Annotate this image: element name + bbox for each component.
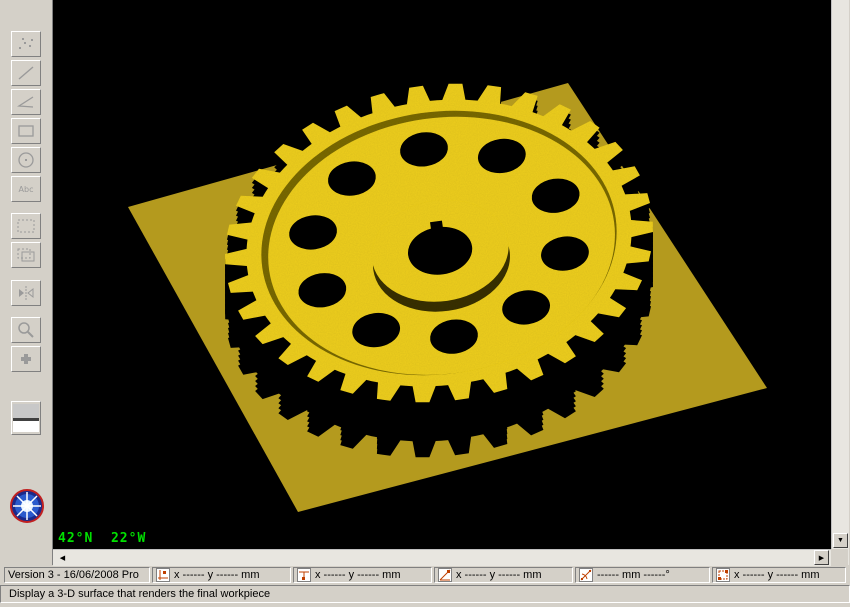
rect-corner-icon	[716, 568, 730, 582]
angle-tool-button[interactable]	[11, 89, 41, 115]
hint-bar: Display a 3-D surface that renders the f…	[0, 585, 850, 603]
select-area-button[interactable]	[11, 213, 41, 239]
text-tool-button[interactable]: Abc	[11, 176, 41, 202]
status-field-distance: ------ mm ------°	[575, 567, 710, 583]
version-label: Version 3 - 16/06/2008 Pro	[4, 567, 150, 583]
3d-viewport[interactable]: 42°N 22°W	[53, 0, 831, 549]
status-field-text: x ------ y ------ mm	[456, 569, 542, 581]
drawing-toolbar: Abc	[0, 0, 53, 565]
status-field-text: x ------ y ------ mm	[315, 569, 401, 581]
points-tool-button[interactable]	[11, 31, 41, 57]
angle-icon	[438, 568, 452, 582]
circle-tool-button[interactable]	[11, 147, 41, 173]
text-tool-label: Abc	[18, 184, 34, 194]
rectangle-tool-button[interactable]	[11, 118, 41, 144]
angle-icon	[17, 96, 34, 108]
distance-angle-icon	[579, 568, 593, 582]
status-field-rect: x ------ y ------ mm	[712, 567, 846, 583]
pan-tool-button[interactable]	[11, 346, 41, 372]
scroll-down-button[interactable]: ▼	[833, 533, 848, 548]
layer-shade-selector[interactable]	[11, 401, 41, 435]
copy-area-icon	[17, 248, 35, 262]
scroll-right-button[interactable]: ▶	[814, 550, 829, 565]
scrollbar-corner	[831, 549, 848, 565]
status-bar: Version 3 - 16/06/2008 Pro x ------ y --…	[0, 566, 850, 584]
arrow-left-icon: ◀	[59, 554, 66, 562]
points-icon	[19, 38, 33, 49]
status-field-text: ------ mm ------°	[597, 569, 670, 581]
workpiece-render	[128, 83, 767, 512]
line-start-icon	[297, 568, 311, 582]
status-field-text: x ------ y ------ mm	[174, 569, 260, 581]
scroll-left-button[interactable]: ◀	[55, 550, 70, 565]
line-tool-button[interactable]	[11, 60, 41, 86]
circle-icon	[18, 152, 34, 168]
vertical-scrollbar[interactable]: ▼	[831, 0, 849, 565]
version-text: Version 3 - 16/06/2008 Pro	[8, 569, 139, 581]
select-area-icon	[17, 219, 35, 233]
keyway	[430, 220, 444, 233]
zoom-tool-button[interactable]	[11, 317, 41, 343]
arrow-right-icon: ▶	[818, 554, 825, 562]
status-field-line-start: x ------ y ------ mm	[293, 567, 432, 583]
status-field-point: x ------ y ------ mm	[152, 567, 291, 583]
mirror-icon	[19, 286, 34, 300]
app-logo-icon	[10, 489, 44, 526]
status-field-text: x ------ y ------ mm	[734, 569, 820, 581]
pan-icon	[21, 354, 31, 364]
horizontal-scrollbar[interactable]: ◀ ▶	[53, 549, 831, 566]
point-icon	[156, 568, 170, 582]
layer-shade-icon	[13, 404, 39, 432]
rectangle-icon	[18, 125, 34, 137]
mirror-tool-button[interactable]	[11, 280, 41, 306]
status-field-angle: x ------ y ------ mm	[434, 567, 573, 583]
copy-area-button[interactable]	[11, 242, 41, 268]
arrow-down-icon: ▼	[837, 537, 844, 544]
coordinates-readout: 42°N 22°W	[58, 531, 147, 546]
magnifier-icon	[18, 322, 34, 338]
line-icon	[18, 66, 34, 80]
